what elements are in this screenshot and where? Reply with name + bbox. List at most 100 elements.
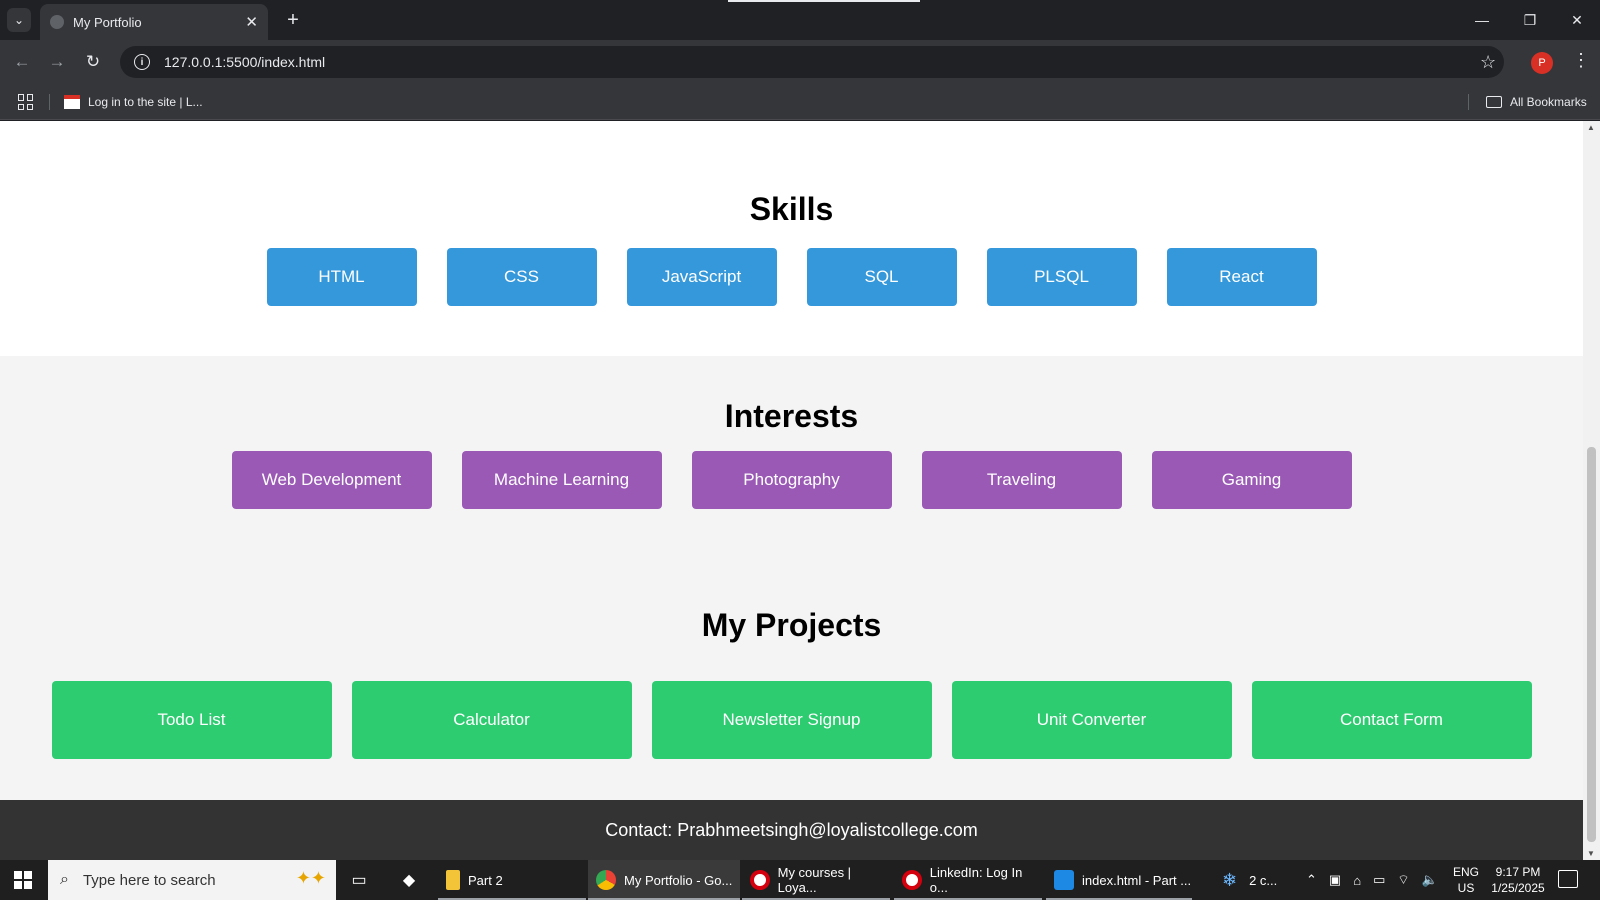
scroll-down-arrow-icon[interactable]: ▼ — [1587, 849, 1595, 858]
system-tray: ⌃ ▣ ⌂ ▭ ⌔ 🔈 — [1306, 860, 1438, 900]
tab-search-chevron-icon[interactable]: ⌄ — [7, 8, 31, 32]
skill-chip: React — [1166, 248, 1317, 306]
restore-button[interactable]: ❐ — [1515, 8, 1545, 32]
taskbar-app-label: Part 2 — [468, 872, 503, 888]
bookmarks-divider — [1468, 94, 1469, 110]
forward-arrow-icon[interactable]: → — [45, 50, 69, 74]
globe-icon — [50, 15, 64, 29]
project-card-button[interactable]: Contact Form — [1251, 681, 1532, 759]
taskbar-app-label: index.html - Part ... — [1082, 872, 1192, 888]
windows-start-icon[interactable] — [14, 871, 32, 889]
bookmark-label: Log in to the site | L... — [88, 95, 203, 109]
chrome-icon — [596, 870, 616, 890]
browser-tab-strip: ⌄ My Portfolio ✕ + — ❐ ✕ — [0, 0, 1600, 40]
language-indicator[interactable]: ENG US — [1452, 864, 1480, 896]
meet-now-icon[interactable]: ▣ — [1329, 872, 1341, 888]
project-card-button[interactable]: Newsletter Signup — [651, 681, 932, 759]
taskbar-app-label: My Portfolio - Go... — [624, 872, 733, 888]
taskbar-app-opera-courses[interactable]: My courses | Loya... — [742, 860, 890, 900]
network-icon[interactable]: ⌂ — [1353, 873, 1361, 888]
taskbar-app-label: My courses | Loya... — [777, 865, 852, 895]
skill-chip: SQL — [806, 248, 957, 306]
copilot-sparkle-icon: ✦✦ — [295, 868, 326, 888]
skills-heading: Skills — [749, 191, 834, 227]
interest-chip: Photography — [691, 451, 892, 509]
taskbar-app-chrome[interactable]: My Portfolio - Go... — [588, 860, 740, 900]
language-code: ENG — [1452, 865, 1479, 879]
volume-icon[interactable]: 🔈 — [1422, 872, 1438, 888]
apps-grid-icon[interactable] — [18, 94, 34, 110]
tab-my-portfolio[interactable]: My Portfolio ✕ — [40, 4, 268, 40]
skills-section: Skills HTML CSS JavaScript SQL PLSQL Rea… — [0, 121, 1583, 356]
taskbar-search-box[interactable]: ⌕ Type here to search ✦✦ — [48, 860, 336, 900]
skill-chip: PLSQL — [986, 248, 1137, 306]
project-card-button[interactable]: Unit Converter — [951, 681, 1232, 759]
minimize-button[interactable]: — — [1467, 8, 1497, 32]
browser-toolbar: ← → ↻ i 127.0.0.1:5500/index.html ☆ P ⋮ — [0, 40, 1600, 84]
bookmark-login-site[interactable]: Log in to the site | L... — [64, 92, 203, 112]
browser-menu-icon[interactable]: ⋮ — [1572, 50, 1590, 71]
weather-text: 2 c... — [1249, 872, 1278, 888]
page-scrollbar[interactable]: ▲ ▼ — [1583, 121, 1600, 860]
site-info-icon[interactable]: i — [134, 54, 150, 70]
skill-chip: HTML — [266, 248, 417, 306]
windows-taskbar: ⌕ Type here to search ✦✦ ▭ ◆ Part 2 My P… — [0, 860, 1600, 900]
scroll-up-arrow-icon[interactable]: ▲ — [1587, 123, 1595, 132]
opera-icon — [750, 870, 770, 890]
weather-widget[interactable]: ❄ 2 c... — [1222, 860, 1277, 900]
address-bar[interactable]: i 127.0.0.1:5500/index.html — [120, 46, 1504, 78]
bookmarks-bar: Log in to the site | L... All Bookmarks — [0, 84, 1600, 120]
all-bookmarks-button[interactable]: All Bookmarks — [1486, 92, 1587, 112]
interests-section: Interests Web Development Machine Learni… — [0, 356, 1583, 565]
interest-chip: Gaming — [1151, 451, 1352, 509]
clock-date: 1/25/2025 — [1491, 881, 1545, 895]
window-drag-indicator — [728, 0, 920, 2]
interest-chip: Machine Learning — [461, 451, 662, 509]
wifi-icon[interactable]: ⌔ — [1397, 872, 1409, 888]
projects-list: Todo List Calculator Newsletter Signup U… — [0, 681, 1583, 759]
tab-title: My Portfolio — [73, 14, 142, 30]
file-explorer-icon — [446, 870, 460, 890]
taskbar-app-label: LinkedIn: Log In o... — [929, 865, 1023, 895]
folder-icon — [1486, 96, 1502, 108]
snowflake-icon: ❄ — [1222, 869, 1238, 890]
reload-icon[interactable]: ↻ — [81, 50, 105, 74]
all-bookmarks-label: All Bookmarks — [1510, 95, 1587, 109]
battery-icon[interactable]: ▭ — [1373, 872, 1385, 888]
back-arrow-icon[interactable]: ← — [10, 50, 34, 74]
profile-avatar[interactable]: P — [1531, 52, 1553, 74]
notification-center-icon[interactable] — [1558, 870, 1578, 888]
search-icon: ⌕ — [60, 871, 69, 888]
skill-chip: CSS — [446, 248, 597, 306]
taskbar-search-placeholder[interactable]: Type here to search — [83, 872, 216, 889]
projects-heading: My Projects — [701, 607, 882, 643]
show-hidden-icons-chevron-icon[interactable]: ⌃ — [1306, 872, 1317, 888]
interest-chip: Traveling — [921, 451, 1122, 509]
bookmarks-divider — [49, 94, 50, 110]
taskbar-app-opera-linkedin[interactable]: LinkedIn: Log In o... — [894, 860, 1042, 900]
new-tab-button[interactable]: + — [281, 8, 305, 32]
taskbar-app-file-explorer[interactable]: Part 2 — [438, 860, 586, 900]
vscode-icon — [1054, 870, 1074, 890]
keyboard-region: US — [1457, 881, 1475, 895]
interests-heading: Interests — [724, 398, 859, 434]
skills-list: HTML CSS JavaScript SQL PLSQL React — [0, 248, 1583, 306]
bookmark-star-icon[interactable]: ☆ — [1480, 52, 1496, 73]
tab-close-icon[interactable]: ✕ — [245, 13, 258, 31]
copilot-icon[interactable]: ◆ — [397, 868, 421, 892]
projects-section: My Projects Todo List Calculator Newslet… — [0, 565, 1583, 800]
close-window-button[interactable]: ✕ — [1562, 8, 1592, 32]
interest-chip: Web Development — [231, 451, 432, 509]
page-footer: Contact: Prabhmeetsingh@loyalistcollege.… — [0, 800, 1583, 860]
url-text[interactable]: 127.0.0.1:5500/index.html — [164, 54, 325, 70]
task-view-icon[interactable]: ▭ — [347, 868, 371, 892]
project-card-button[interactable]: Calculator — [351, 681, 632, 759]
interests-list: Web Development Machine Learning Photogr… — [0, 451, 1583, 509]
taskbar-app-vscode[interactable]: index.html - Part ... — [1046, 860, 1192, 900]
scrollbar-thumb[interactable] — [1587, 447, 1596, 842]
project-card-button[interactable]: Todo List — [51, 681, 332, 759]
taskbar-clock[interactable]: 9:17 PM 1/25/2025 — [1486, 864, 1550, 896]
footer-contact: Contact: Prabhmeetsingh@loyalistcollege.… — [605, 819, 978, 840]
opera-icon — [902, 870, 922, 890]
clock-time: 9:17 PM — [1495, 865, 1541, 879]
